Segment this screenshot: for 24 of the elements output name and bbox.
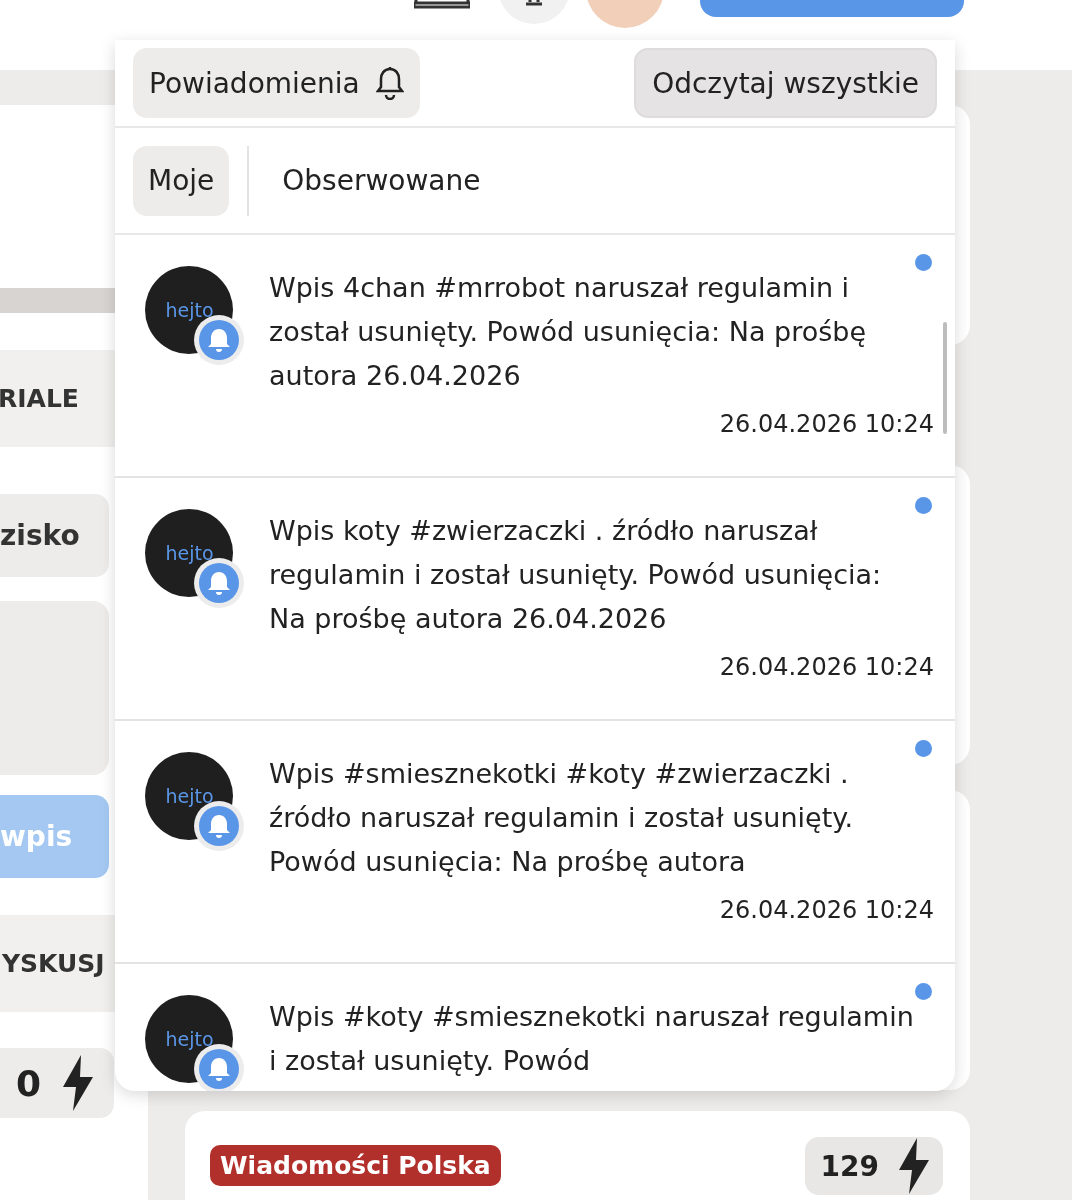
lightning-icon (61, 1055, 96, 1111)
notification-text[interactable]: Wpis #smiesznekotki #koty #zwierzaczki . źródło naruszał regulamin i został usunięty. Powód usunięcia: Na prośbę autora (269, 752, 925, 884)
section-title: YSKUSJ (2, 949, 106, 978)
notification-text[interactable]: Wpis 4chan #mrrobot naruszał regulamin i został usunięty. Powód usunięcia: Na prośbę autora 26.04.2026 (269, 266, 925, 398)
tab[interactable]: Moje (133, 145, 230, 216)
vote-counter[interactable]: 129 (804, 1137, 943, 1195)
scrollbar[interactable] (943, 322, 947, 434)
laptop-icon[interactable] (414, 0, 470, 9)
bell-icon (375, 66, 404, 100)
mark-all-read-button[interactable]: Odczytaj wszystkie (634, 48, 937, 118)
community-tag[interactable]: Wiadomości Polska (210, 1145, 501, 1186)
notifications-title-button[interactable]: Powiadomienia (133, 48, 420, 118)
lightning-icon (897, 1138, 931, 1194)
notification-time: 26.04.2026 10:24 (719, 896, 934, 924)
tab[interactable]: Obserwowane (267, 145, 496, 216)
vote-count: 129 (820, 1149, 879, 1183)
notification-text[interactable]: Wpis #koty #smiesznekotki naruszał regulamin i został usunięty. Powód (269, 995, 925, 1083)
side-button[interactable]: zisko (0, 494, 109, 577)
notification-time: 26.04.2026 10:24 (719, 410, 934, 438)
vote-count: 0 (16, 1062, 42, 1104)
section-title: RIALE (0, 384, 80, 413)
notification-time: 26.04.2026 10:24 (719, 653, 934, 681)
vote-counter[interactable]: 0 (0, 1048, 114, 1118)
notification-text[interactable]: Wpis koty #zwierzaczki . źródło naruszał regulamin i został usunięty. Powód usunięcia: Na prośbę autora 26.04.2026 (269, 509, 925, 641)
